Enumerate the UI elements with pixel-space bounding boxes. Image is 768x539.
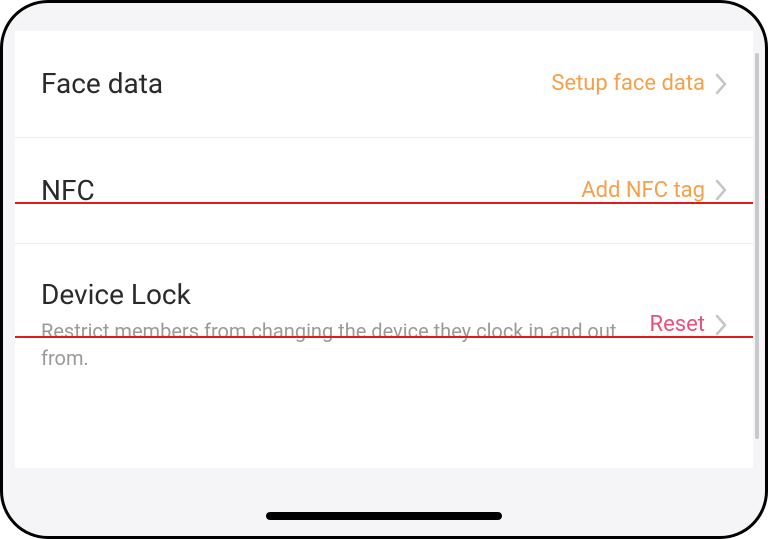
chevron-right-icon xyxy=(715,179,727,201)
row-left: Device Lock Restrict members from changi… xyxy=(41,278,650,372)
settings-row-device-lock[interactable]: Device Lock Restrict members from changi… xyxy=(15,244,753,392)
row-left: NFC xyxy=(41,174,581,208)
device-frame: Face data Setup face data NFC xyxy=(0,0,768,539)
face-data-title: Face data xyxy=(41,67,531,101)
nfc-title: NFC xyxy=(41,174,561,208)
device-lock-action[interactable]: Reset xyxy=(650,312,727,337)
device-lock-title: Device Lock xyxy=(41,278,630,312)
chevron-right-icon xyxy=(715,314,727,336)
settings-row-face-data[interactable]: Face data Setup face data xyxy=(15,31,753,137)
home-indicator[interactable] xyxy=(266,512,502,520)
face-data-action-label: Setup face data xyxy=(551,71,705,96)
nfc-action-label: Add NFC tag xyxy=(581,178,705,203)
nfc-action[interactable]: Add NFC tag xyxy=(581,178,727,203)
face-data-action[interactable]: Setup face data xyxy=(551,71,727,96)
chevron-right-icon xyxy=(715,73,727,95)
device-lock-action-label: Reset xyxy=(650,312,705,337)
settings-row-nfc[interactable]: NFC Add NFC tag xyxy=(15,138,753,244)
settings-list: Face data Setup face data NFC xyxy=(15,31,753,392)
row-left: Face data xyxy=(41,67,551,101)
scrollbar[interactable] xyxy=(755,53,759,439)
settings-content: Face data Setup face data NFC xyxy=(15,31,753,468)
device-lock-subtitle: Restrict members from changing the devic… xyxy=(41,318,630,372)
